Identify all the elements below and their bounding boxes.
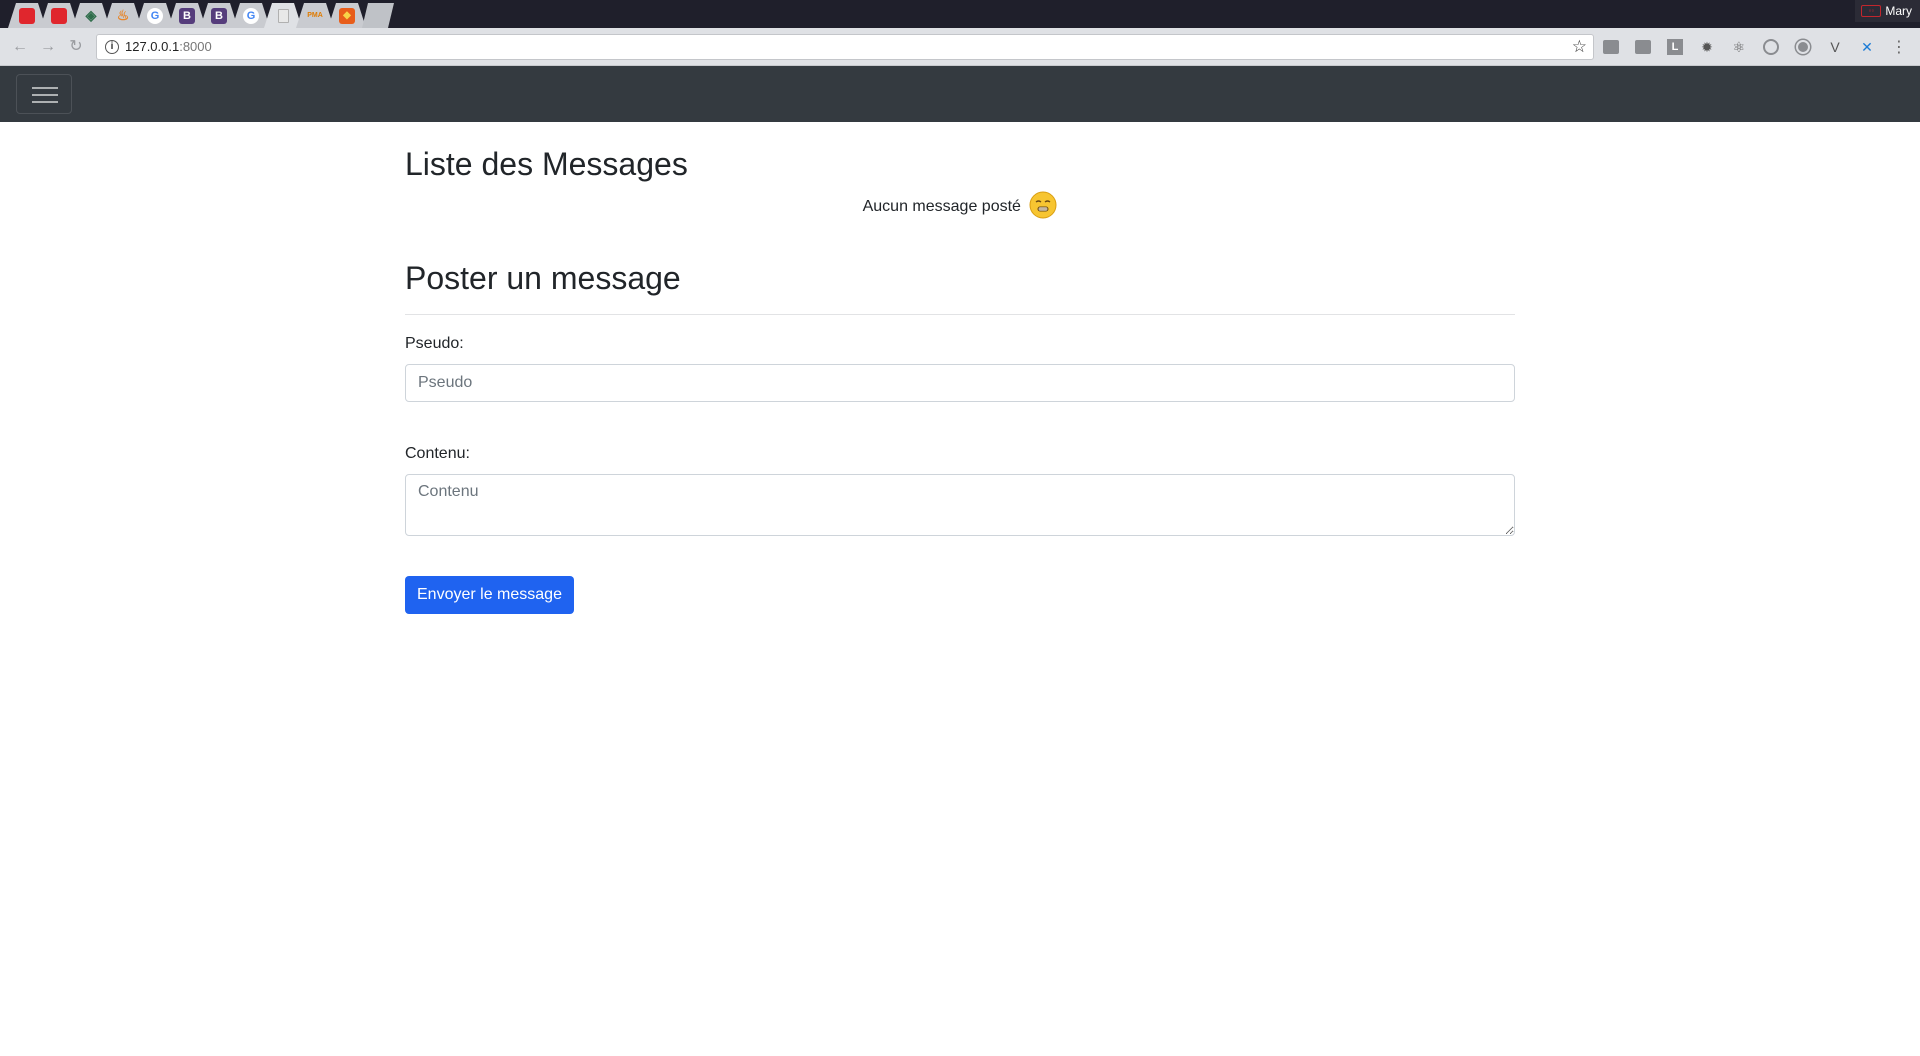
gear-icon[interactable]: ✹ (1698, 38, 1716, 56)
post-message-title: Poster un message (405, 260, 681, 296)
browser-tab[interactable]: ◈ (72, 3, 110, 28)
google-icon: G (147, 8, 163, 24)
hamburger-line (32, 87, 58, 89)
navbar-toggler-button[interactable] (16, 74, 72, 114)
browser-tab[interactable]: ◆ (328, 3, 366, 28)
site-navbar (0, 66, 1920, 122)
forward-icon[interactable]: → (38, 37, 58, 57)
divider (405, 314, 1515, 315)
circle-icon[interactable] (1794, 38, 1812, 56)
vue-icon[interactable]: V (1826, 38, 1844, 56)
pseudo-input[interactable] (405, 364, 1515, 402)
address-url: 127.0.0.1:8000 (125, 35, 212, 59)
address-host: 127.0.0.1 (125, 39, 180, 54)
browser-tab[interactable] (40, 3, 78, 28)
browser-tab[interactable]: ♨ (104, 3, 142, 28)
browser-tab[interactable]: PMA (296, 3, 334, 28)
document-icon (278, 9, 289, 23)
profile-badge-icon: ◦◦ (1861, 5, 1882, 17)
reload-icon[interactable]: ↻ (66, 37, 86, 57)
flame-icon: ♨ (116, 7, 130, 23)
pseudo-label: Pseudo: (405, 335, 464, 352)
bootstrap-icon: B (211, 8, 227, 24)
google-icon: G (243, 8, 259, 24)
browser-tab-strip: ◈ ♨ G B B G PMA ◆ ◦◦ Mary (0, 0, 1920, 28)
empty-messages-notice: Aucun message posté (405, 191, 1515, 221)
content-label: Contenu: (405, 445, 470, 462)
extension-icon[interactable] (1602, 38, 1620, 56)
bookmark-star-icon[interactable]: ☆ (1572, 36, 1587, 58)
red-square-icon (19, 8, 35, 24)
browser-tab[interactable] (8, 3, 46, 28)
new-tab-button[interactable] (362, 3, 394, 28)
shield-icon: ◆ (339, 8, 355, 24)
profile-button[interactable]: ◦◦ Mary (1855, 0, 1920, 22)
messages-list-title: Liste des Messages (405, 146, 688, 182)
target-icon[interactable] (1762, 38, 1780, 56)
diamond-icon: ◈ (85, 7, 97, 23)
cross-icon[interactable]: ✕ (1858, 38, 1876, 56)
browser-tab-active[interactable] (264, 3, 302, 28)
hamburger-line (32, 94, 58, 96)
browser-tab[interactable]: G (136, 3, 174, 28)
profile-name: Mary (1885, 4, 1912, 18)
extension-icon[interactable] (1634, 38, 1652, 56)
browser-tab[interactable]: G (232, 3, 270, 28)
info-icon[interactable]: i (105, 40, 119, 54)
address-bar[interactable]: i 127.0.0.1:8000 ☆ (96, 34, 1594, 60)
empty-messages-text: Aucun message posté (862, 198, 1021, 215)
letter-l-icon[interactable]: L (1666, 38, 1684, 56)
address-port: :8000 (179, 39, 212, 54)
hamburger-line (32, 101, 58, 103)
browser-toolbar: ← → ↻ i 127.0.0.1:8000 ☆ L ✹ ⚛ V ✕ ⋮ (0, 28, 1920, 66)
phpmyadmin-icon: PMA (307, 12, 323, 19)
send-message-button[interactable]: Envoyer le message (405, 576, 574, 614)
shushing-face-icon (1029, 191, 1057, 219)
back-icon[interactable]: ← (10, 37, 30, 57)
red-square-icon (51, 8, 67, 24)
content-textarea[interactable] (405, 474, 1515, 536)
browser-tab[interactable]: B (168, 3, 206, 28)
bootstrap-icon: B (179, 8, 195, 24)
browser-menu-icon[interactable]: ⋮ (1890, 38, 1908, 56)
browser-tab[interactable]: B (200, 3, 238, 28)
react-icon[interactable]: ⚛ (1730, 38, 1748, 56)
